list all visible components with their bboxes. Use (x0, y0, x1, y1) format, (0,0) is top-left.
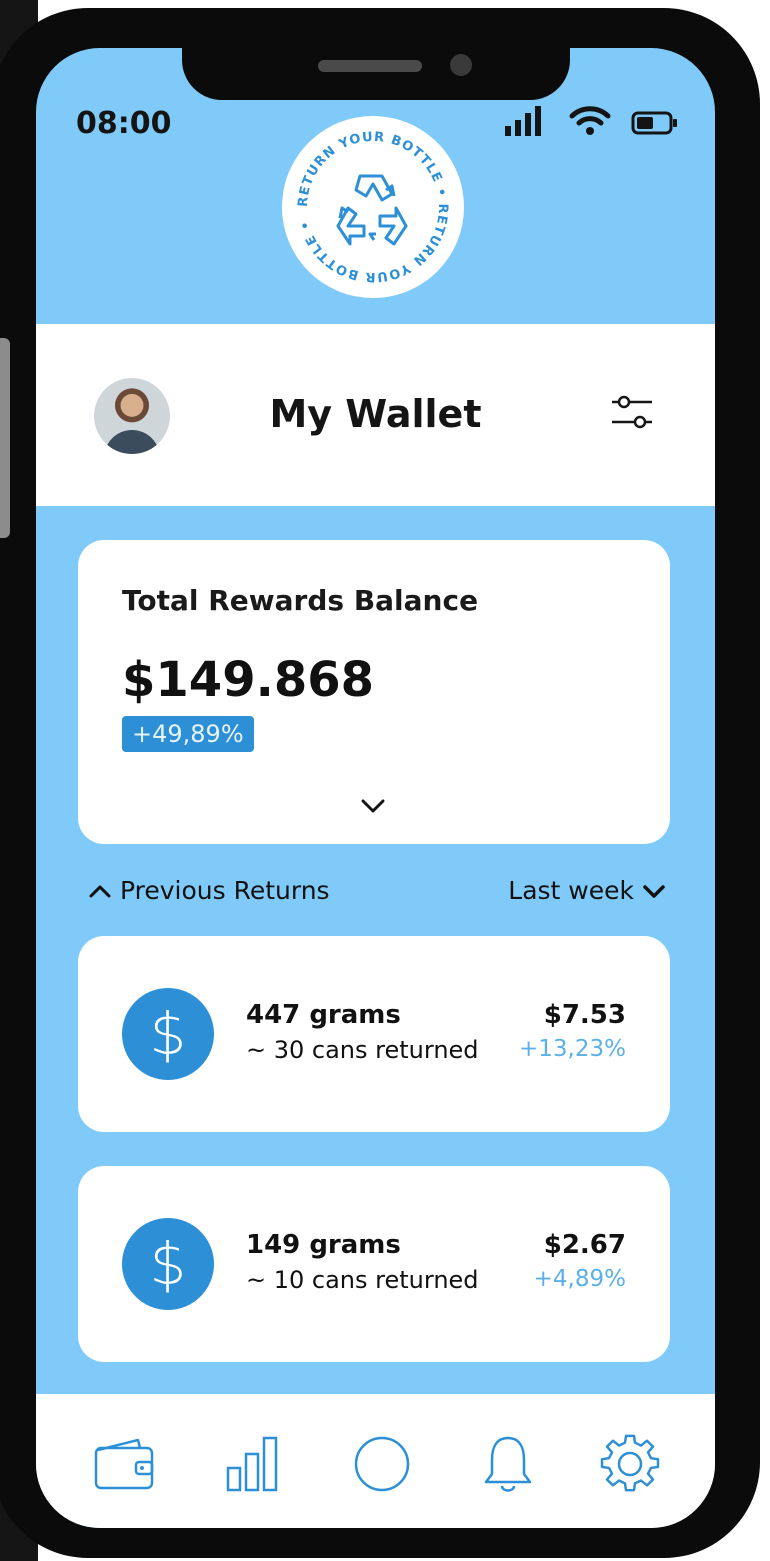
return-cans: ~ 10 cans returned (246, 1266, 479, 1294)
return-change: +4,89% (533, 1266, 626, 1292)
chart-icon[interactable] (222, 1434, 286, 1494)
bottom-nav (36, 1394, 715, 1528)
dollar-icon: $ (122, 1218, 214, 1310)
wallet-icon[interactable] (92, 1434, 156, 1494)
dollar-icon: $ (122, 988, 214, 1080)
bell-icon[interactable] (476, 1434, 540, 1494)
chevron-up-icon (89, 885, 111, 897)
period-label: Last week (508, 876, 634, 905)
chevron-down-icon[interactable] (360, 796, 386, 816)
gear-icon[interactable] (598, 1434, 662, 1494)
recycle-icon (336, 174, 408, 246)
balance-label: Total Rewards Balance (122, 584, 479, 617)
logo-ring-text: RETURN YOUR BOTTLE • RETURN YOUR BOTTLE … (296, 130, 449, 284)
wifi-icon (569, 106, 611, 135)
return-amount: $2.67 (543, 1230, 626, 1260)
notch (182, 48, 570, 100)
return-weight: 447 grams (246, 1000, 401, 1030)
app-screen: 08:00 RETURN YOUR BOTTLE • RETURN YOUR B… (36, 48, 715, 1528)
return-cans: ~ 30 cans returned (246, 1036, 479, 1064)
status-icons (505, 104, 679, 136)
balance-change-badge: +49,89% (122, 716, 254, 752)
wallet-header: My Wallet (36, 324, 715, 506)
side-button (0, 338, 10, 538)
speaker (318, 60, 422, 72)
chevron-down-icon (643, 884, 665, 898)
battery-icon (631, 111, 677, 135)
filter-settings-icon[interactable] (608, 390, 656, 438)
status-time: 08:00 (76, 106, 172, 141)
compass-icon[interactable] (350, 1434, 414, 1494)
return-bottle-logo: RETURN YOUR BOTTLE • RETURN YOUR BOTTLE … (282, 116, 464, 298)
return-change: +13,23% (519, 1036, 626, 1062)
svg-text:RETURN YOUR BOTTLE • RETURN YO: RETURN YOUR BOTTLE • RETURN YOUR BOTTLE … (296, 130, 450, 284)
period-dropdown[interactable]: Last week (508, 876, 666, 905)
previous-returns-toggle[interactable]: Previous Returns (88, 876, 330, 905)
return-amount: $7.53 (543, 1000, 626, 1030)
balance-card[interactable]: Total Rewards Balance $149.868 +49,89% (78, 540, 670, 844)
return-weight: 149 grams (246, 1230, 401, 1260)
return-card[interactable]: $ 447 grams ~ 30 cans returned $7.53 +13… (78, 936, 670, 1132)
previous-returns-row: Previous Returns Last week (88, 876, 666, 910)
front-camera (450, 54, 472, 76)
return-card[interactable]: $ 149 grams ~ 10 cans returned $2.67 +4,… (78, 1166, 670, 1362)
section-title: Previous Returns (120, 876, 330, 905)
balance-amount: $149.868 (122, 652, 375, 708)
signal-icon (505, 106, 541, 136)
